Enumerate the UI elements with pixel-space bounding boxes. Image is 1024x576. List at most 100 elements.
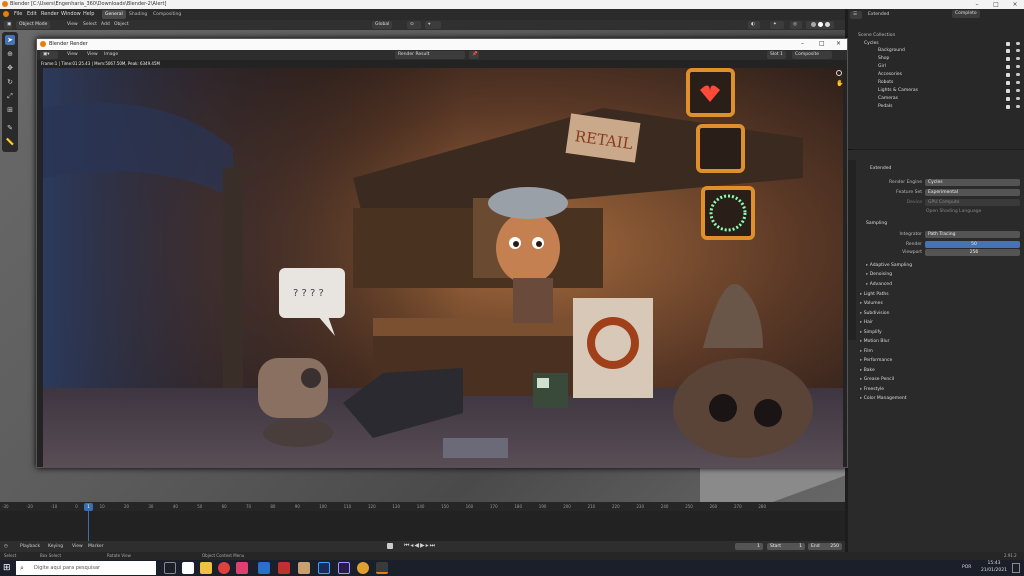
adaptive-sampling-section[interactable]: Adaptive Sampling (866, 263, 912, 268)
notifications-icon[interactable] (1012, 563, 1020, 573)
annotate-tool-icon[interactable]: ✎ (5, 123, 15, 133)
exclude-checkbox[interactable] (1006, 65, 1010, 69)
render-result-image[interactable]: RETAIL ? ? ? ? ✋ (43, 68, 843, 468)
overlay-icon[interactable]: ◎ (790, 21, 802, 29)
light-paths-section[interactable]: Light Paths (860, 292, 889, 297)
volumes-section[interactable]: Volumes (860, 301, 883, 306)
select-tool-icon[interactable]: ➤ (5, 35, 15, 45)
menu-window[interactable]: Window (61, 11, 81, 17)
view-layer-dropdown[interactable]: Completo (952, 10, 980, 18)
collection-pedals[interactable]: Pedals (878, 104, 893, 109)
current-frame-marker[interactable]: 1 (84, 503, 93, 511)
rotate-tool-icon[interactable]: ↻ (5, 77, 15, 87)
editor-type-icon[interactable]: ◷ (4, 544, 8, 549)
snap-icon[interactable]: ⌖ (425, 21, 441, 29)
layer-dropdown[interactable]: Composite (792, 51, 832, 59)
windows-start-icon[interactable]: ⊞ (3, 563, 13, 573)
mode-dropdown[interactable]: Object Mode (16, 21, 51, 29)
eye-icon[interactable] (1016, 42, 1020, 45)
film-section[interactable]: Film (860, 349, 873, 354)
device-dropdown[interactable]: GPU Compute (925, 199, 1020, 206)
language-indicator[interactable]: POR (962, 565, 971, 570)
render-engine-dropdown[interactable]: Cycles (925, 179, 1020, 186)
menu-select[interactable]: Select (83, 22, 97, 27)
menu-object[interactable]: Object (114, 22, 129, 27)
subdivision-section[interactable]: Subdivision (860, 311, 890, 316)
editor-type-icon[interactable]: ☰ (850, 11, 862, 19)
exclude-checkbox[interactable] (1006, 49, 1010, 53)
playback-buttons[interactable]: ⏮◂◀▶▸⏭ (404, 542, 436, 550)
file-explorer-icon[interactable] (200, 562, 212, 574)
tab-general[interactable]: General (102, 10, 126, 19)
after-effects-icon[interactable] (338, 562, 350, 574)
viewport-samples-field[interactable]: 256 (925, 249, 1020, 256)
transform-tool-icon[interactable]: ⊞ (5, 105, 15, 115)
eye-icon[interactable] (1016, 105, 1020, 108)
performance-section[interactable]: Performance (860, 358, 893, 363)
end-field[interactable]: End 250 (808, 543, 842, 550)
tab-compositing[interactable]: Compositing (150, 10, 184, 19)
pin-icon[interactable]: 📌 (469, 51, 479, 59)
tab-shading[interactable]: Shading (126, 10, 150, 19)
eye-icon[interactable] (1016, 65, 1020, 68)
blender-menu-icon[interactable] (3, 11, 9, 17)
integrator-dropdown[interactable]: Path Tracing (925, 231, 1020, 238)
editor-type-icon[interactable]: ▣ (4, 21, 12, 29)
move-tool-icon[interactable]: ✥ (5, 63, 15, 73)
denoising-section[interactable]: Denoising (866, 272, 892, 277)
eye-icon[interactable] (1016, 73, 1020, 76)
pivot-icon[interactable]: ⊙ (407, 21, 421, 29)
menu-view-2[interactable]: View (87, 52, 98, 57)
start-field[interactable]: Start 1 (767, 543, 805, 550)
menu-view[interactable]: View (67, 52, 78, 57)
eye-icon[interactable] (1016, 57, 1020, 60)
maximize-button[interactable]: □ (819, 40, 825, 47)
eye-icon[interactable] (1016, 89, 1020, 92)
menu-image[interactable]: Image (104, 52, 118, 57)
exclude-checkbox[interactable] (1006, 57, 1010, 61)
auto-key-icon[interactable] (387, 543, 393, 549)
clock-date[interactable]: 21/01/2021 (978, 568, 1010, 573)
minimize-button[interactable]: – (801, 40, 804, 47)
collection-shop[interactable]: Shop (878, 56, 889, 61)
collection-accesories[interactable]: Accesories (878, 72, 902, 77)
app-icon-5[interactable] (258, 562, 270, 574)
taskbar-search-input[interactable]: Digite aqui para pesquisar (16, 561, 156, 575)
photoshop-icon[interactable] (318, 562, 330, 574)
solid-shading-icon[interactable] (811, 22, 816, 27)
eye-icon[interactable] (1016, 49, 1020, 52)
collection-cycles[interactable]: Cycles (864, 41, 879, 46)
hair-section[interactable]: Hair (860, 320, 873, 325)
exclude-checkbox[interactable] (1006, 97, 1010, 101)
collection-cameras[interactable]: Cameras (878, 96, 898, 101)
orientation-dropdown[interactable]: Global (372, 21, 393, 29)
gizmo-icon[interactable]: ✦ (770, 21, 784, 29)
simplify-section[interactable]: Simplify (860, 330, 882, 335)
exclude-checkbox[interactable] (1006, 42, 1010, 46)
close-button[interactable]: × (836, 40, 841, 47)
collection-background[interactable]: Background (878, 48, 905, 53)
collection-robots[interactable]: Robots (878, 80, 893, 85)
app-icon-1[interactable] (182, 562, 194, 574)
visibility-icon[interactable]: ◐ (748, 21, 760, 29)
app-icon-3[interactable] (218, 562, 230, 574)
blender-taskbar-icon[interactable] (376, 562, 388, 574)
chrome-icon[interactable] (357, 562, 369, 574)
rendered-shading-icon[interactable] (825, 22, 830, 27)
menu-render[interactable]: Render (41, 11, 59, 17)
app-icon-7[interactable] (298, 562, 310, 574)
task-view-icon[interactable] (164, 562, 176, 574)
menu-keying[interactable]: Keying (48, 544, 63, 549)
material-shading-icon[interactable] (818, 22, 823, 27)
current-frame-field[interactable]: 1 (735, 543, 763, 550)
menu-file[interactable]: File (14, 11, 22, 17)
display-mode[interactable]: Extended (868, 12, 889, 17)
render-samples-field[interactable]: 50 (925, 241, 1020, 248)
menu-playback[interactable]: Playback (20, 544, 40, 549)
exclude-checkbox[interactable] (1006, 105, 1010, 109)
feature-set-dropdown[interactable]: Experimental (925, 189, 1020, 196)
clock-time[interactable]: 15:43 (982, 561, 1006, 566)
eye-icon[interactable] (1016, 81, 1020, 84)
measure-tool-icon[interactable]: 📏 (5, 137, 15, 147)
exclude-checkbox[interactable] (1006, 89, 1010, 93)
